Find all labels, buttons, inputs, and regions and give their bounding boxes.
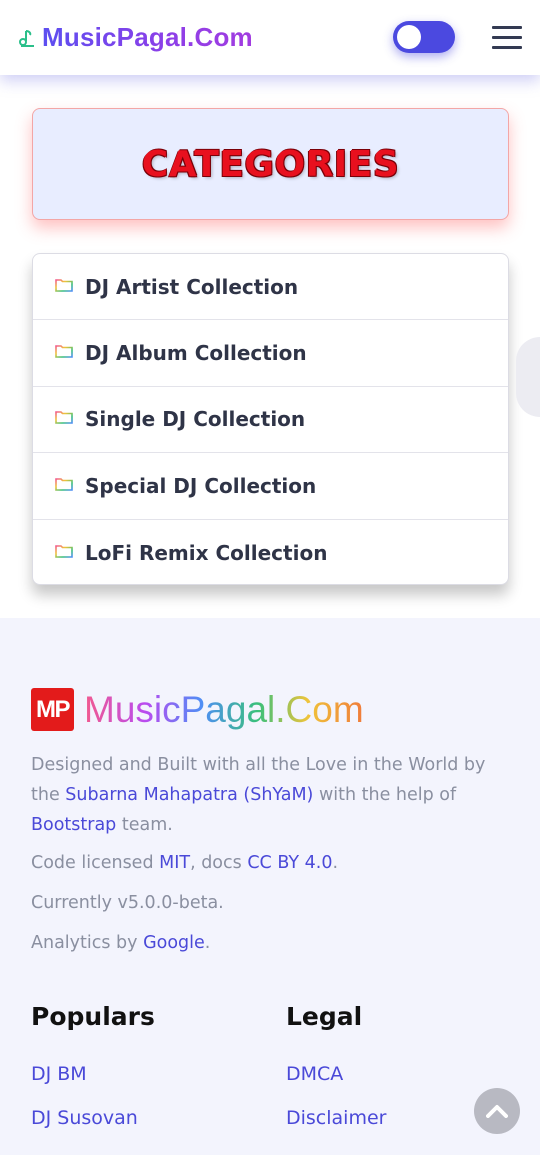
category-label: Single DJ Collection [85,407,306,432]
populars-link-dj-bm[interactable]: DJ BM [31,1063,87,1085]
footer-logo[interactable]: MP MusicPagal.Com [31,688,364,731]
logo-badge: MP [31,688,74,731]
google-link[interactable]: Google [143,933,205,953]
analytics-text: Analytics by Google. [31,928,511,958]
category-label: Special DJ Collection [85,473,317,498]
category-list-item[interactable]: DJ Artist Collection [33,254,508,321]
category-list-item[interactable]: DJ Album Collection [33,320,508,387]
brand-name: MusicPagal.Com [42,22,253,52]
folder-icon [55,544,73,558]
folder-icon [55,278,73,292]
cc-link[interactable]: CC BY 4.0 [247,853,332,873]
categories-header-card: CATEGORIES [32,108,509,220]
category-list-item[interactable]: LoFi Remix Collection [33,520,508,584]
legal-title: Legal [286,1002,363,1031]
legal-link-dmca[interactable]: DMCA [286,1063,343,1085]
folder-icon [55,345,73,358]
hamburger-menu-icon[interactable] [492,26,522,49]
categories-list: DJ Artist Collection DJ Album Collection S… [32,253,509,585]
license-middle: , docs [190,853,248,873]
credit-after: team. [116,815,173,835]
folder-icon [55,411,73,425]
populars-title: Populars [31,1002,155,1031]
bootstrap-link[interactable]: Bootstrap [31,815,116,835]
category-label: LoFi Remix Collection [85,540,328,565]
categories-title: CATEGORIES [141,143,400,185]
category-label: DJ Artist Collection [85,274,299,299]
main-content: CATEGORIES DJ Artist Collection DJ Album … [0,75,540,618]
author-link[interactable]: Subarna Mahapatra (ShYaM) [65,785,313,805]
category-label: DJ Album Collection [85,341,307,366]
footer: MP MusicPagal.Com Designed and Built wit… [0,618,540,1155]
credit-middle: with the help of [313,785,457,805]
theme-toggle[interactable] [393,21,455,53]
chevron-up-icon [486,1105,508,1118]
legal-link-disclaimer[interactable]: Disclaimer [286,1107,386,1129]
mit-link[interactable]: MIT [159,853,190,873]
license-text: Code licensed MIT, docs CC BY 4.0. [31,848,511,878]
folder-icon [55,478,73,491]
logo-text: MusicPagal.Com [84,688,364,730]
toggle-knob [397,25,421,49]
top-navbar: MusicPagal.Com [0,0,540,75]
category-list-item[interactable]: Single DJ Collection [33,387,508,454]
license-after: . [332,853,339,873]
license-before: Code licensed [31,853,160,873]
analytics-before: Analytics by [31,933,144,953]
music-note-icon [19,29,34,47]
brand-link[interactable]: MusicPagal.Com [18,22,253,53]
analytics-after: . [204,933,211,953]
scroll-to-top-button[interactable] [474,1088,520,1134]
version-text: Currently v5.0.0-beta. [31,893,224,913]
category-list-item[interactable]: Special DJ Collection [33,453,508,520]
credit-text: Designed and Built with all the Love in … [31,750,511,840]
side-scroll-handle[interactable] [516,337,540,417]
populars-link-dj-susovan[interactable]: DJ Susovan [31,1107,138,1129]
